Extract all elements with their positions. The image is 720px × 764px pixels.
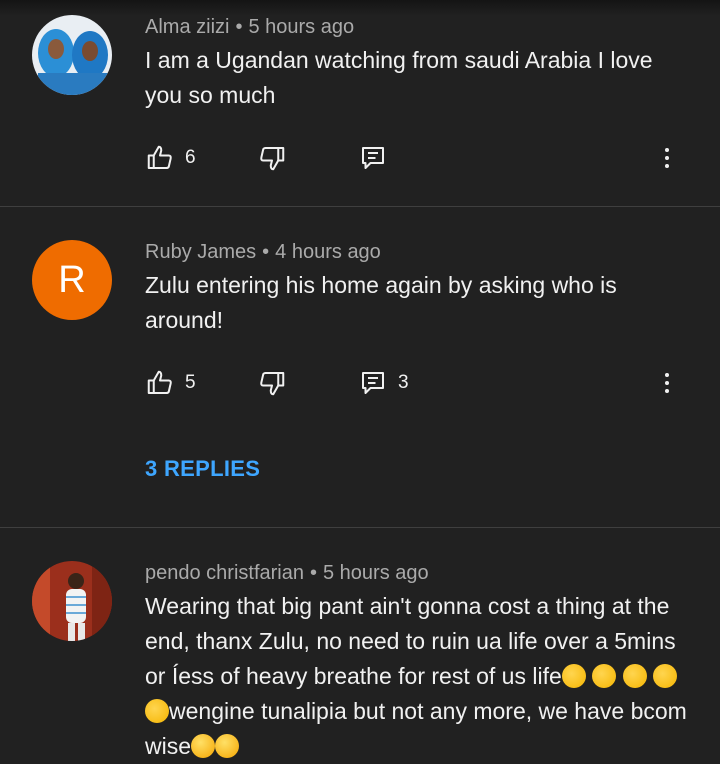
comment-text: Zulu entering his home again by asking w… [145,272,617,333]
like-button[interactable]: 5 [145,368,196,398]
laugh-emoji [191,734,216,758]
separator-dot: • [309,562,317,584]
comment-meta: pendo christfarian • 5 hours ago [145,562,429,585]
comment-actions: 6 [145,143,705,173]
avatar[interactable] [32,15,112,95]
comment-meta: Alma ziizi • 5 hours ago [145,16,354,39]
timestamp: 5 hours ago [248,16,355,38]
avatar[interactable] [32,561,112,641]
top-shadow [0,0,720,16]
avatar-initial: R [58,258,86,301]
reply-button[interactable]: 3 [358,368,409,398]
clap-emoji [592,664,617,688]
author-name[interactable]: pendo christfarian [145,562,304,584]
thumbs-down-icon [260,372,285,396]
clap-emoji [622,664,647,688]
clap-emoji [652,664,677,688]
reply-icon [362,372,384,394]
clap-emoji [145,699,169,723]
avatar[interactable]: R [32,240,112,320]
thumbs-up-icon [147,370,172,394]
separator-dot: • [235,16,243,38]
timestamp: 4 hours ago [275,241,381,263]
thumbs-up-icon [147,145,172,169]
laugh-emoji [215,734,240,758]
comment-actions: 5 3 [145,368,705,398]
separator-dot: • [262,241,270,263]
author-name[interactable]: Alma ziizi [145,16,229,38]
clap-emoji [561,664,586,688]
like-button[interactable]: 6 [145,143,196,173]
reply-button[interactable] [358,143,388,173]
timestamp: 5 hours ago [323,562,429,584]
more-vert-icon[interactable] [659,143,675,173]
dislike-button[interactable] [257,143,287,173]
comment-text: I am a Ugandan watching from saudi Arabi… [145,47,653,108]
divider [0,206,720,207]
thumbs-down-icon [260,147,285,171]
comment-text: Wearing that big pant ain't gonna cost a… [145,589,690,764]
divider [0,527,720,528]
view-replies-link[interactable]: 3 REPLIES [145,456,260,482]
author-name[interactable]: Ruby James [145,241,256,263]
like-count: 5 [185,372,196,393]
reply-icon [362,147,384,169]
more-vert-icon[interactable] [659,368,675,398]
dislike-button[interactable] [257,368,287,398]
reply-count: 3 [398,372,409,393]
like-count: 6 [185,147,196,168]
comment-meta: Ruby James • 4 hours ago [145,241,381,264]
